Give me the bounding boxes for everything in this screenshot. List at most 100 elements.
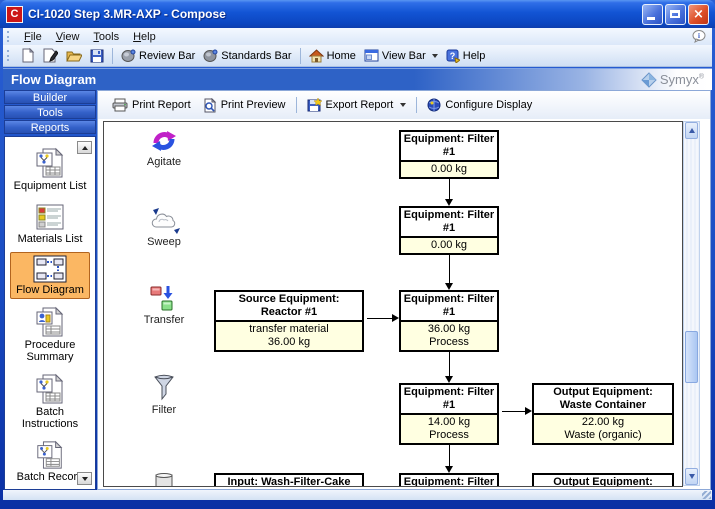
flow-box-body: 22.00 kgWaste (organic) [534, 413, 672, 443]
vertical-scrollbar[interactable] [683, 121, 700, 486]
flow-box-output-equipment: Output Equipment: [532, 473, 674, 487]
menu-tools[interactable]: Tools [86, 30, 126, 44]
sidebar: Builder Tools Reports Equipment List Mat… [4, 90, 96, 490]
sidebar-item-label: Materials List [18, 233, 83, 245]
flow-box-body: transfer material36.00 kg [216, 320, 362, 350]
svg-text:i: i [698, 32, 700, 40]
flow-box-input-wash-filter-cake: Input: Wash-Filter-Cake [214, 473, 364, 487]
standards-bar-button[interactable]: Standards Bar [199, 47, 295, 64]
configure-display-button[interactable]: Configure Display [421, 95, 538, 115]
resize-grip[interactable] [702, 491, 711, 499]
flow-box-title: Equipment: Filter #1 [401, 385, 497, 413]
dropdown-arrow-icon [400, 103, 406, 107]
print-preview-button[interactable]: Print Preview [197, 95, 292, 116]
flow-arrow [502, 411, 526, 412]
svg-text:?: ? [450, 51, 456, 61]
sidebar-item-procedure-summary[interactable]: Procedure Summary [10, 303, 90, 366]
app-window: { "window": { "title": "CI-1020 Step 3.M… [0, 0, 715, 509]
flow-box-body: 0.00 kg [401, 160, 497, 177]
scrollbar-thumb[interactable] [685, 331, 698, 383]
help-icon: ? [446, 49, 460, 63]
sidebar-item-label: Flow Diagram [16, 284, 84, 296]
export-report-icon [307, 98, 322, 112]
scroll-down-icon [689, 474, 695, 479]
filter-icon [153, 374, 175, 402]
flow-box-body: 0.00 kg [401, 236, 497, 253]
flow-box-equipment-filter-4: Equipment: Filter #1 14.00 kgProcess [399, 383, 499, 445]
sidebar-item-flow-diagram[interactable]: Flow Diagram [10, 252, 90, 299]
symyx-diamond-icon [641, 72, 657, 88]
menu-help[interactable]: Help [126, 30, 163, 44]
edit-document-button[interactable] [39, 46, 62, 65]
flow-op-filter: Filter [122, 374, 206, 416]
menu-view[interactable]: View [49, 30, 87, 44]
export-report-label: Export Report [326, 99, 394, 111]
flow-box-title: Equipment: Filter #1 [401, 132, 497, 160]
sidebar-scroll-up-button[interactable] [77, 141, 92, 154]
info-balloon-icon[interactable]: i [692, 30, 706, 43]
open-folder-button[interactable] [62, 47, 86, 65]
toolbar-grip [7, 31, 12, 42]
flow-arrowhead [392, 314, 399, 322]
print-report-button[interactable]: Print Report [106, 95, 197, 115]
save-icon [90, 49, 104, 63]
flow-arrow [449, 444, 450, 466]
save-button[interactable] [86, 47, 108, 65]
maximize-button[interactable] [665, 4, 686, 25]
menu-file[interactable]: File [17, 30, 49, 44]
printer-icon [112, 98, 128, 112]
flow-box-waste-container: Output Equipment: Waste Container 22.00 … [532, 383, 674, 445]
sidebar-scroll-down-button[interactable] [77, 472, 92, 485]
sidebar-tab-reports[interactable]: Reports [4, 120, 96, 134]
flow-op-agitate: Agitate [122, 128, 206, 168]
flow-box-title: Equipment: Filter #1 [401, 292, 497, 320]
page-title: Flow Diagram [3, 72, 96, 87]
menu-bar: File View Tools Help i [3, 28, 712, 45]
flow-box-source-reactor: Source Equipment: Reactor #1 transfer ma… [214, 290, 364, 352]
help-button[interactable]: ? Help [442, 47, 490, 65]
new-document-button[interactable] [17, 46, 39, 65]
sidebar-report-list: Equipment List Materials List Flow Diagr… [4, 136, 96, 490]
toolbar-grip [7, 50, 12, 61]
scroll-up-icon [689, 128, 695, 133]
agitate-icon [150, 128, 178, 154]
home-icon [309, 49, 324, 63]
flow-op-sweep: Sweep [122, 206, 206, 248]
sidebar-tab-builder[interactable]: Builder [4, 90, 96, 104]
flow-box-equipment-filter-5: Equipment: Filter [399, 473, 499, 487]
scrollbar-down-button[interactable] [685, 468, 698, 485]
review-bar-button[interactable]: Review Bar [117, 47, 199, 64]
export-report-button[interactable]: Export Report [301, 95, 413, 115]
view-bar-icon [364, 49, 379, 62]
flow-box-title: Input: Wash-Filter-Cake [216, 475, 362, 487]
review-bar-icon [121, 49, 136, 62]
sidebar-tab-tools[interactable]: Tools [4, 105, 96, 119]
title-bar: C CI-1020 Step 3.MR-AXP - Compose × [0, 0, 715, 28]
brand-logo: Symyx® [641, 72, 712, 88]
print-preview-icon [203, 98, 217, 113]
operation-label: Filter [152, 404, 176, 416]
flow-arrowhead [525, 407, 532, 415]
flow-box-title: Output Equipment: Waste Container [534, 385, 672, 413]
scrollbar-up-button[interactable] [685, 122, 698, 139]
new-document-icon [21, 48, 35, 63]
close-button[interactable]: × [688, 4, 709, 25]
flow-diagram-canvas: Agitate Sweep Transfer [103, 121, 683, 487]
main-toolbar: Review Bar Standards Bar Home View Bar ?… [3, 45, 712, 67]
vessel-icon [154, 472, 174, 487]
scroll-up-icon [82, 146, 88, 150]
report-toolbar: Print Report Print Preview Export Report… [98, 91, 710, 119]
toolbar-separator [296, 97, 297, 113]
view-bar-button[interactable]: View Bar [360, 47, 442, 64]
sidebar-item-materials-list[interactable]: Materials List [10, 199, 90, 248]
review-bar-label: Review Bar [139, 50, 195, 62]
minimize-button[interactable] [642, 4, 663, 25]
status-bar [3, 490, 712, 500]
sidebar-item-label: Equipment List [14, 180, 87, 192]
sidebar-item-batch-instructions[interactable]: Batch Instructions [10, 370, 90, 433]
help-label: Help [463, 50, 486, 62]
flow-arrowhead [445, 283, 453, 290]
flow-box-title: Source Equipment: Reactor #1 [216, 292, 362, 320]
home-button[interactable]: Home [305, 47, 360, 65]
app-icon: C [6, 6, 23, 23]
